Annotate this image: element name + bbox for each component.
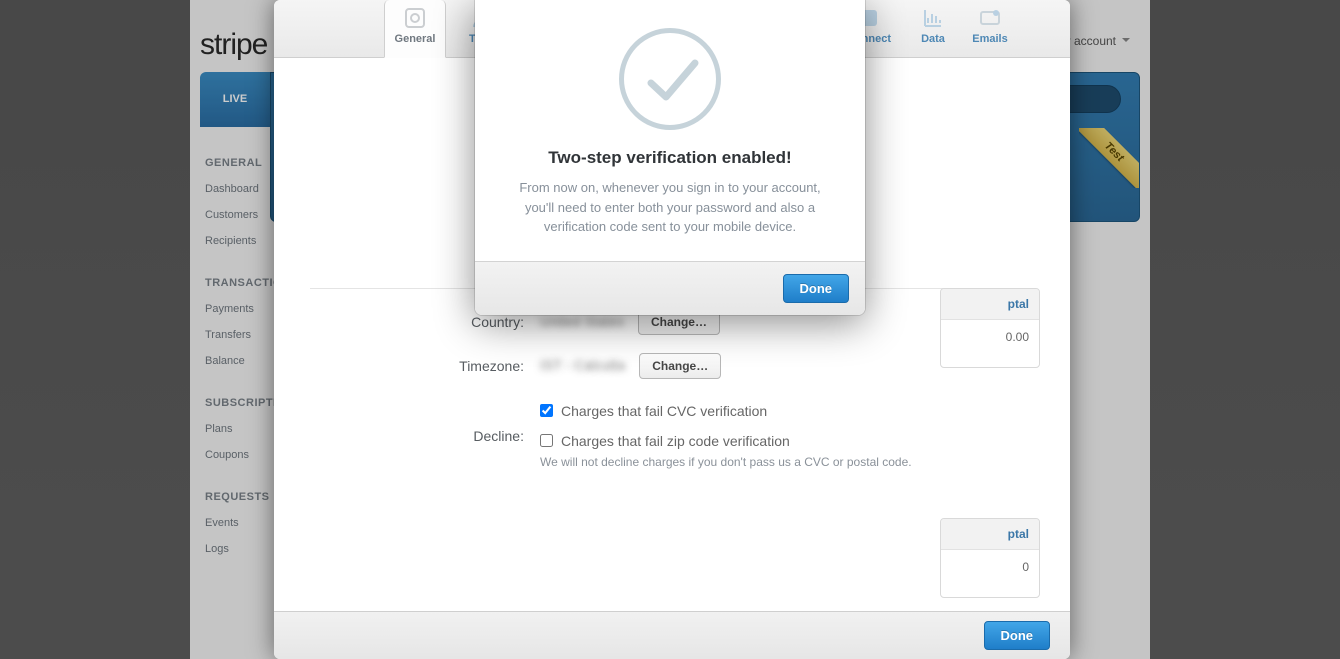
timezone-label: Timezone: <box>310 358 540 374</box>
decline-note: We will not decline charges if you don't… <box>540 455 1034 469</box>
tab-emails[interactable]: Emails <box>960 0 1020 57</box>
gear-icon <box>401 6 429 30</box>
confirmation-dialog: Two-step verification enabled! From now … <box>475 0 865 315</box>
confirm-title: Two-step verification enabled! <box>505 148 835 168</box>
decline-cvc-label: Charges that fail CVC verification <box>561 403 767 419</box>
checkmark-icon <box>619 28 721 130</box>
decline-cvc-option[interactable]: Charges that fail CVC verification <box>540 403 767 419</box>
summary-card-1: ptal 0.00 <box>940 288 1040 368</box>
country-label: Country: <box>310 314 540 330</box>
settings-done-button[interactable]: Done <box>984 621 1051 650</box>
decline-zip-checkbox[interactable] <box>540 434 553 447</box>
tab-general[interactable]: General <box>384 0 446 58</box>
tab-general-label: General <box>395 33 436 45</box>
tab-data[interactable]: Data <box>906 0 960 57</box>
mail-icon <box>976 6 1004 30</box>
timezone-value: IST - Calcutta <box>540 357 625 373</box>
chart-icon <box>919 6 947 30</box>
confirm-done-button[interactable]: Done <box>783 274 850 303</box>
summary-2-value: 0 <box>941 550 1039 584</box>
summary-card-2: ptal 0 <box>940 518 1040 598</box>
summary-2-title: ptal <box>941 519 1039 550</box>
country-value: United States <box>540 313 624 329</box>
decline-zip-option[interactable]: Charges that fail zip code verification <box>540 433 790 449</box>
decline-label: Decline: <box>310 428 540 444</box>
change-timezone-button[interactable]: Change… <box>639 353 721 379</box>
summary-1-title: ptal <box>941 289 1039 320</box>
tab-emails-label: Emails <box>972 33 1007 45</box>
decline-zip-label: Charges that fail zip code verification <box>561 433 790 449</box>
summary-1-value: 0.00 <box>941 320 1039 354</box>
confirm-body: From now on, whenever you sign in to you… <box>505 178 835 237</box>
decline-cvc-checkbox[interactable] <box>540 404 553 417</box>
tab-data-label: Data <box>921 33 945 45</box>
